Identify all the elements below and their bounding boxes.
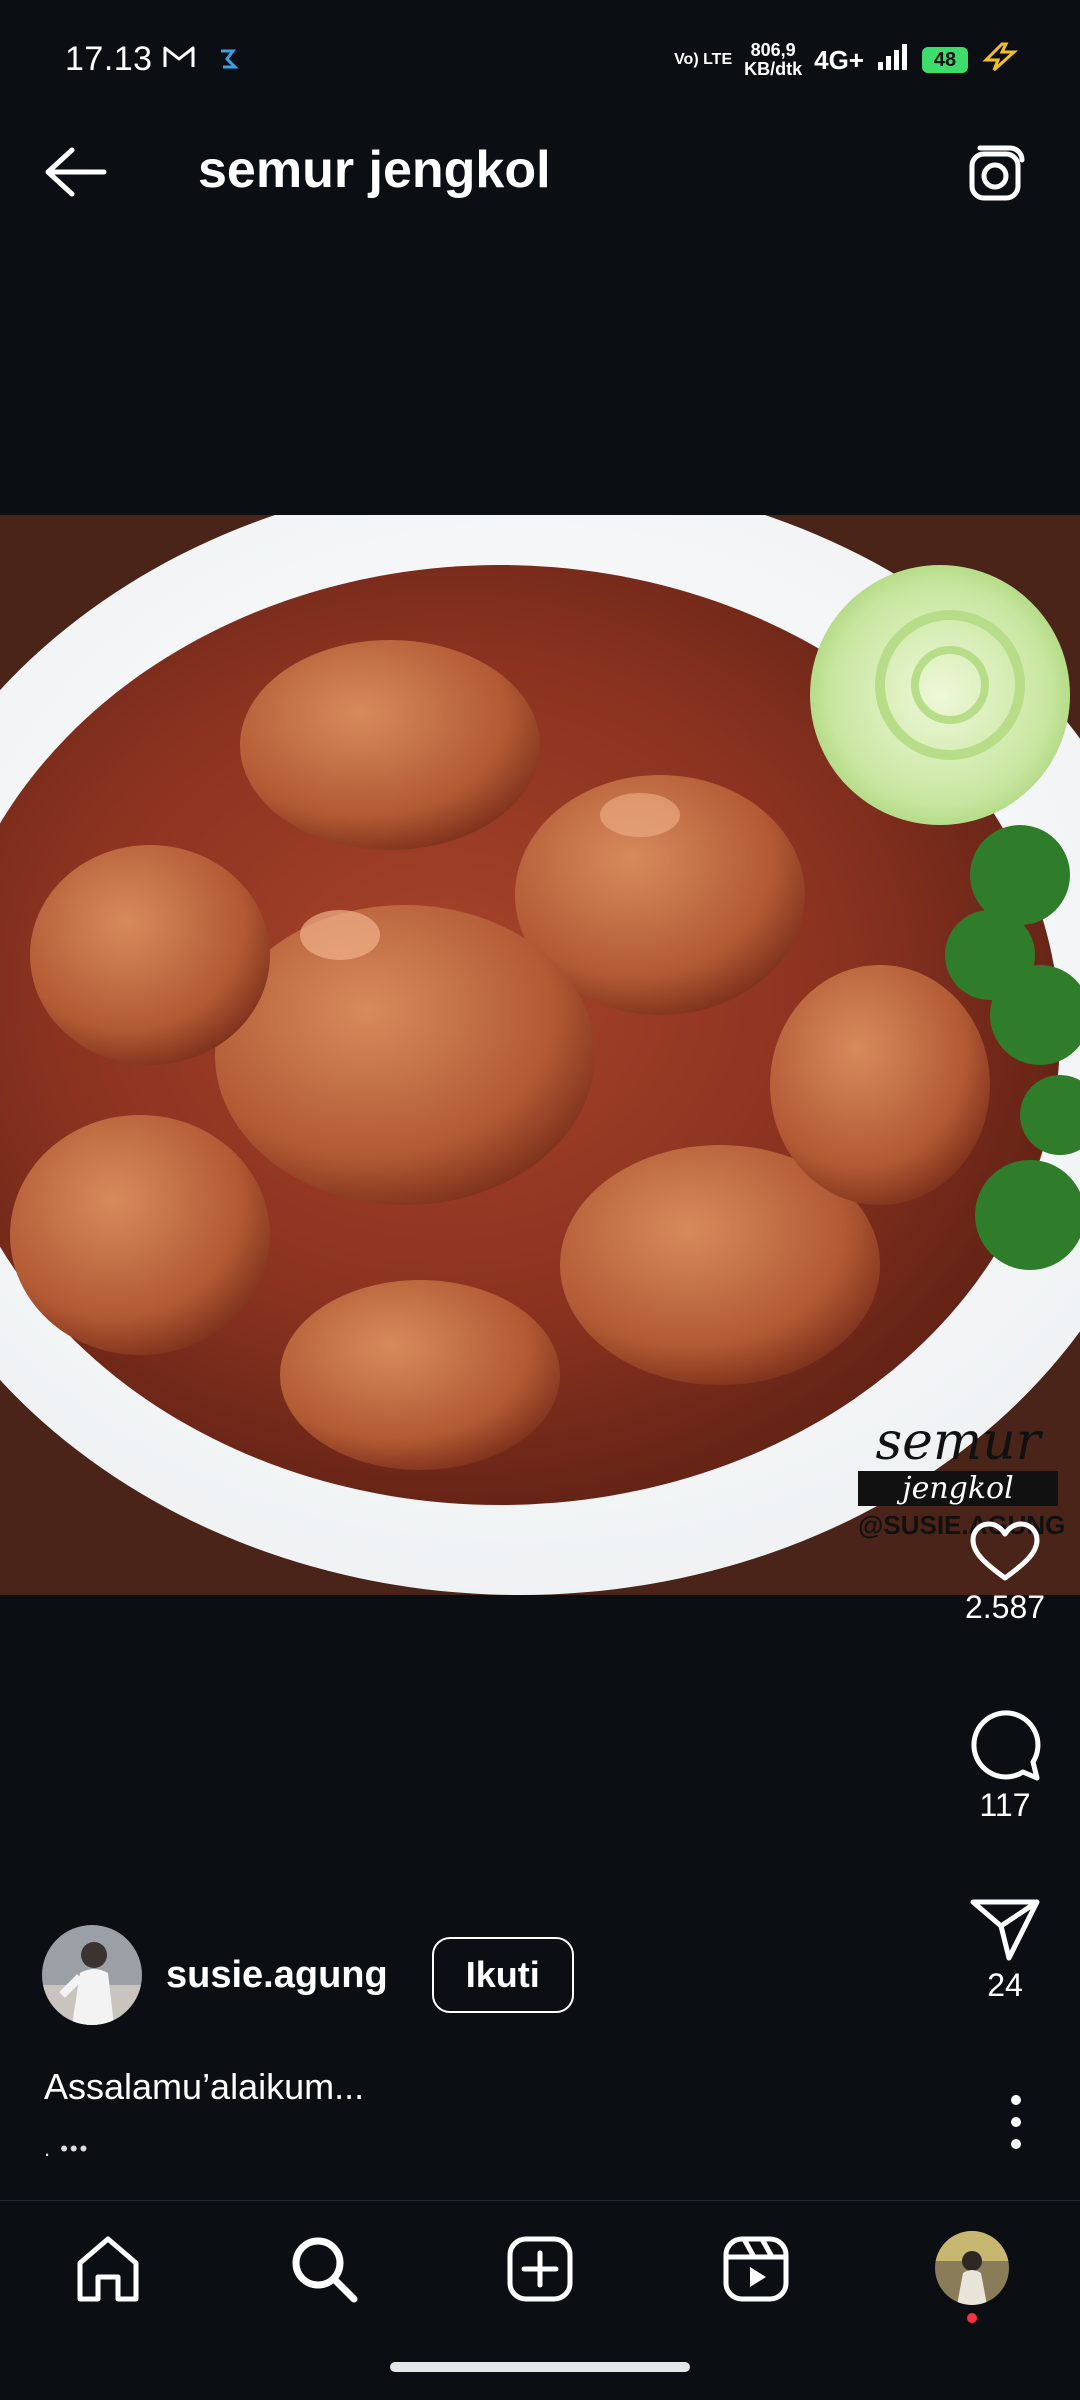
post-caption[interactable]: Assalamu’alaikum...: [44, 2066, 364, 2108]
top-bar: semur jengkol: [0, 120, 1080, 220]
network-speed: 806,9 KB/dtk: [744, 41, 802, 79]
network-speed-value: 806,9: [750, 40, 796, 60]
bottom-navigation: [0, 2200, 1080, 2341]
lte-indicator: Vo) LTE: [674, 51, 733, 68]
status-bar: 17.13 Vo) LTE 806,9 KB/dtk 4G+ 48: [0, 0, 1080, 90]
notification-dot: [967, 2313, 977, 2323]
signal-icon: [876, 42, 910, 78]
like-count: 2.587: [964, 1589, 1046, 1625]
reels-icon: [723, 2236, 789, 2302]
like-action: 2.587: [930, 1520, 1080, 1626]
watermark-line-1: semur: [875, 1412, 1041, 1472]
caption-more[interactable]: . •••: [44, 2136, 89, 2162]
home-icon: [77, 2236, 139, 2302]
heart-icon[interactable]: [969, 1520, 1041, 1584]
post-image[interactable]: semur jengkol @SUSIE.AGUNG: [0, 515, 1080, 1595]
network-speed-unit: KB/dtk: [744, 59, 803, 79]
app-notification-icon: [218, 48, 240, 75]
more-vertical-icon: [1011, 2095, 1021, 2149]
create-icon: [507, 2236, 573, 2302]
nav-reels[interactable]: [716, 2229, 796, 2309]
nav-create[interactable]: [500, 2229, 580, 2309]
comment-icon[interactable]: [967, 1706, 1043, 1782]
send-icon[interactable]: [969, 1896, 1041, 1962]
share-action: 24: [930, 1896, 1080, 2004]
nav-profile-avatar[interactable]: [935, 2231, 1009, 2305]
author-username[interactable]: susie.agung: [166, 1954, 388, 1997]
follow-button[interactable]: Ikuti: [431, 1937, 574, 2013]
arrow-left-icon: [45, 147, 107, 197]
camera-button[interactable]: [964, 140, 1030, 206]
share-count: 24: [987, 1967, 1023, 2003]
back-button[interactable]: [40, 144, 112, 200]
nav-home[interactable]: [68, 2229, 148, 2309]
nav-search[interactable]: [284, 2229, 364, 2309]
more-options-button[interactable]: [1004, 2090, 1028, 2154]
status-right: Vo) LTE 806,9 KB/dtk 4G+ 48: [674, 36, 1020, 84]
camera-icon: [969, 145, 1025, 201]
battery-icon: 48: [922, 47, 968, 73]
charging-icon: [980, 42, 1020, 78]
search-icon: [292, 2237, 358, 2303]
comment-action: 117: [930, 1706, 1080, 1824]
watermark-line-2: jengkol: [858, 1471, 1058, 1506]
home-indicator[interactable]: [390, 2362, 690, 2372]
post-author: susie.agung Ikuti: [42, 1925, 574, 2025]
page-title: semur jengkol: [198, 141, 551, 199]
gmail-icon: [162, 44, 196, 75]
mobile-data-indicator: 4G+: [814, 44, 864, 75]
comment-count: 117: [979, 1787, 1031, 1823]
status-time: 17.13: [65, 40, 153, 78]
author-avatar[interactable]: [42, 1925, 142, 2025]
